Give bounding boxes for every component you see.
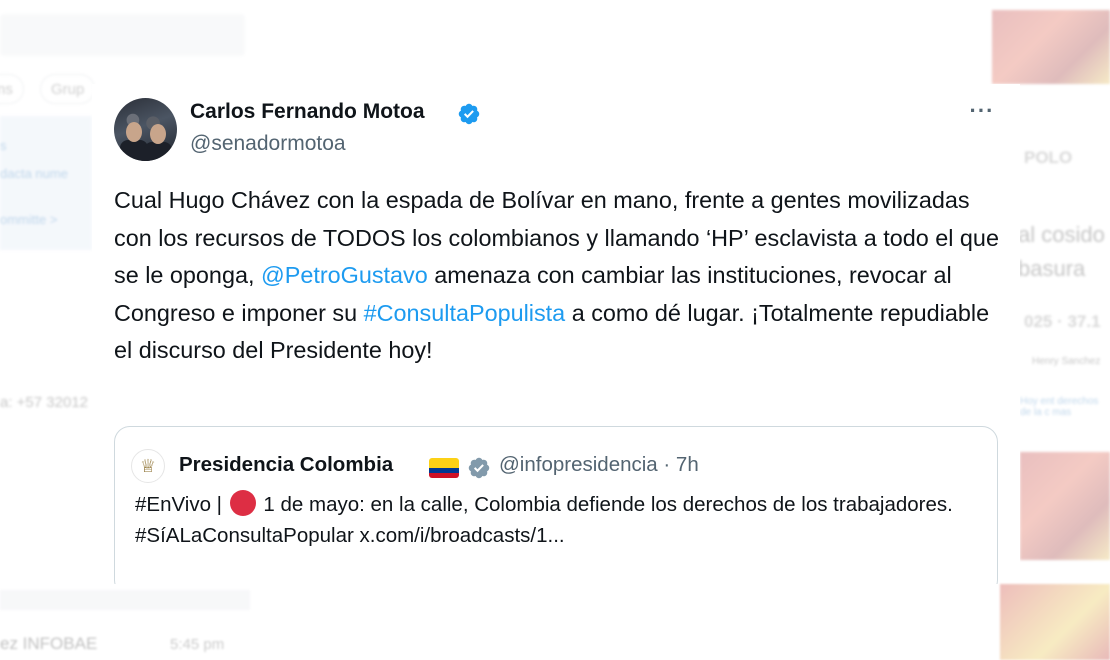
quoted-text-part: #EnVivo | bbox=[135, 493, 228, 516]
quoted-handle-time[interactable]: @infopresidencia · 7h bbox=[499, 453, 699, 477]
bg-card-line: dacta nume bbox=[0, 166, 68, 181]
tweet-card: Carlos Fernando Motoa @senadormotoa ··· … bbox=[92, 84, 1020, 596]
bg-card-line: s bbox=[0, 138, 7, 153]
bg-chip: Grup bbox=[40, 74, 96, 104]
quoted-author-avatar[interactable]: ♕ bbox=[131, 449, 165, 483]
author-name[interactable]: Carlos Fernando Motoa bbox=[190, 100, 425, 124]
colombia-flag-icon bbox=[429, 458, 459, 478]
red-circle-icon bbox=[229, 490, 256, 516]
bg-chip: ns bbox=[0, 74, 24, 104]
bg-small-name: Henry Sanchez bbox=[1032, 356, 1101, 367]
bg-photo bbox=[1000, 584, 1110, 660]
verified-badge-icon bbox=[458, 103, 480, 125]
more-options-icon[interactable]: ··· bbox=[964, 98, 1000, 128]
bottom-area: ez INFOBAE 5:45 pm bbox=[0, 584, 1110, 660]
coat-of-arms-icon: ♕ bbox=[139, 456, 157, 476]
quoted-author-name[interactable]: Presidencia Colombia bbox=[179, 453, 393, 477]
bg-stats: 025 · 37.1 bbox=[1024, 312, 1101, 331]
bg-photo bbox=[992, 10, 1110, 84]
tweet-text: Cual Hugo Chávez con la espada de Bolíva… bbox=[114, 182, 1004, 370]
government-badge-icon bbox=[468, 457, 490, 479]
bg-photo bbox=[1020, 452, 1110, 560]
bg-strip bbox=[0, 590, 250, 610]
bg-card-line: ommitte > bbox=[0, 212, 58, 227]
author-handle[interactable]: @senadormotoa bbox=[190, 132, 346, 156]
bg-phone: a: +57 32012 bbox=[0, 394, 89, 411]
bg-text: basura bbox=[1018, 256, 1086, 281]
quoted-text-part: #SíALaConsultaPopular x.com/i/broadcasts… bbox=[135, 524, 565, 547]
quoted-tweet[interactable]: ♕ Presidencia Colombia @infopresidencia … bbox=[114, 426, 998, 596]
bg-time: 5:45 pm bbox=[170, 636, 225, 653]
bg-source: ez INFOBAE bbox=[0, 634, 98, 653]
bg-small-text: Hoy ent derechos de la c mas bbox=[1020, 396, 1099, 418]
mention-link[interactable]: @PetroGustavo bbox=[261, 262, 428, 288]
author-avatar[interactable] bbox=[114, 98, 177, 161]
quoted-text: #EnVivo | 1 de mayo: en la calle, Colomb… bbox=[135, 489, 975, 551]
bg-search-bar bbox=[0, 14, 245, 56]
bg-text: al cosido bbox=[1018, 222, 1105, 247]
hashtag-link[interactable]: #ConsultaPopulista bbox=[364, 300, 566, 326]
bg-user-name: POLO bbox=[1024, 148, 1073, 167]
bg-card: s dacta nume ommitte > bbox=[0, 116, 92, 250]
quoted-text-part: 1 de mayo: en la calle, Colombia defiend… bbox=[257, 493, 953, 516]
